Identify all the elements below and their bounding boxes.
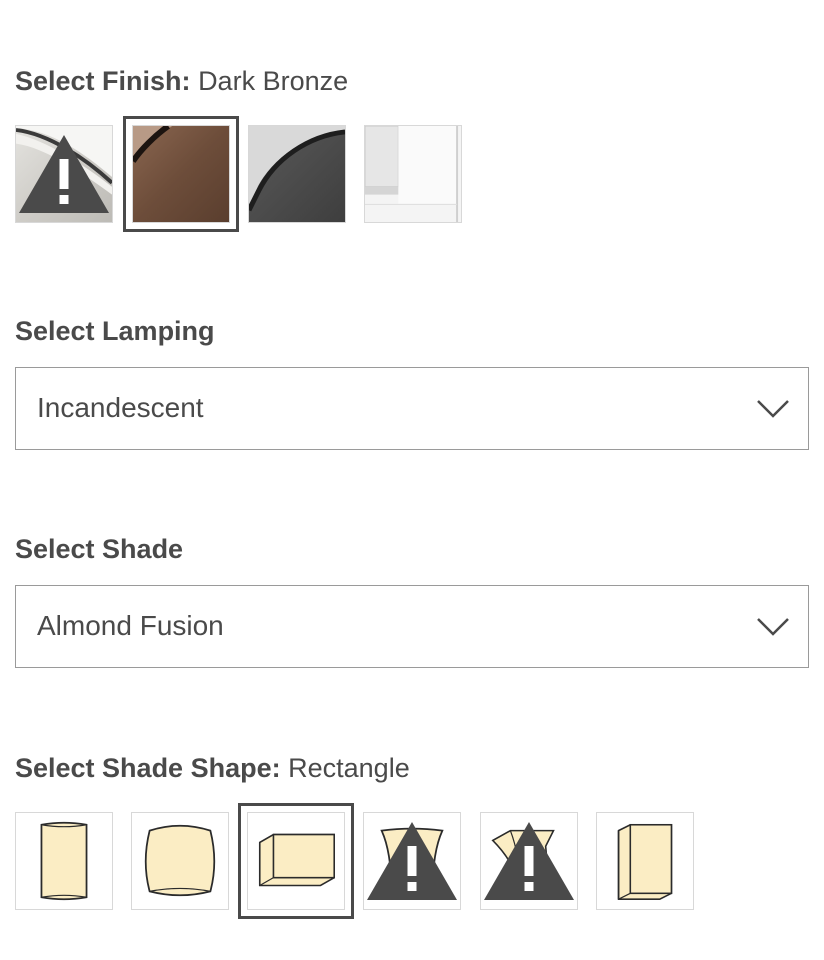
shade-label: Select Shade [15,534,184,564]
square-shade-icon [617,823,673,900]
warning-icon [19,135,109,213]
finish-swatch-dark-bronze[interactable] [123,116,239,232]
black-swatch-image [249,126,345,222]
finish-label: Select Finish: [15,66,191,96]
shade-shape-square[interactable] [596,812,694,910]
warning-icon [484,822,574,900]
shade-shape-label: Select Shade Shape: [15,753,281,783]
lamping-select[interactable]: Incandescent [15,367,809,450]
shade-shape-drum[interactable] [131,812,229,910]
shade-shape-tapered[interactable] [363,812,461,910]
finish-swatch-black[interactable] [248,125,346,223]
shade-shape-selected-value: Rectangle [288,753,410,783]
cylinder-shade-icon [40,821,88,901]
shade-shape-flared[interactable] [480,812,578,910]
lamping-heading: Select Lamping [15,316,215,347]
drum-shade-icon [144,824,216,897]
lamping-label: Select Lamping [15,316,215,346]
shade-shape-rectangle[interactable] [238,803,354,919]
dark-bronze-swatch-image [133,126,229,222]
shade-heading: Select Shade [15,534,183,565]
chevron-down-icon [757,400,789,418]
chevron-down-icon [757,618,789,636]
warning-icon [367,822,457,900]
white-swatch-image [365,126,461,222]
shade-shape-cylinder[interactable] [15,812,113,910]
finish-heading: Select Finish: Dark Bronze [15,66,348,97]
shade-select[interactable]: Almond Fusion [15,585,809,668]
finish-swatch-satin-nickel[interactable] [15,125,113,223]
shade-selected-value: Almond Fusion [37,610,224,641]
rectangle-shade-icon [258,833,335,887]
finish-swatch-white[interactable] [364,125,462,223]
lamping-selected-value: Incandescent [37,392,204,423]
shade-shape-heading: Select Shade Shape: Rectangle [15,753,410,784]
finish-selected-value: Dark Bronze [198,66,349,96]
